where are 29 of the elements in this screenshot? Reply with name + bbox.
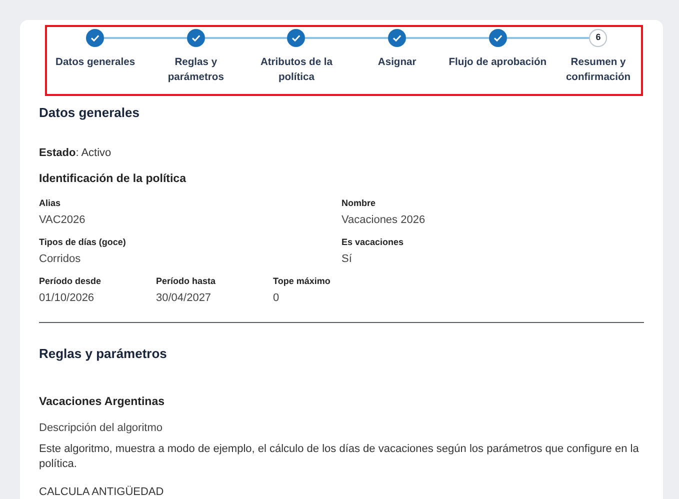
section-title: Datos generales [39,104,140,122]
step-label[interactable]: Flujo de aprobación [448,55,548,70]
description-text: Este algoritmo, muestra a modo de ejemplo, el cálculo de los días de vacaciones según los parámetros que configure en la política. [39,442,640,472]
step-label[interactable]: Atributos de la política [246,55,346,85]
field-value: Corridos [39,253,82,266]
field-label: Descripción del algoritmo [39,421,164,436]
field-value: VAC2026 [39,214,86,228]
field-label: Nombre [342,197,377,210]
subsection-title: Vacaciones Argentinas [39,394,166,410]
field-label: Tipos de días (goce) [39,236,127,248]
step-number: 6 [589,29,608,47]
step-label[interactable]: Resumen y confirmación [548,55,648,85]
step-label[interactable]: Datos generales [46,55,145,70]
field-value: 30/04/2027 [156,292,212,306]
field-value: Vacaciones 2026 [342,214,426,228]
field-label: Tope máximo [273,275,332,288]
field-label: Período hasta [156,275,217,288]
step-label[interactable]: Asignar [348,55,447,70]
step-label[interactable]: Reglas y parámetros [146,55,246,85]
field-value: 01/10/2026 [39,292,96,306]
field-label: Alias [39,197,62,210]
field-label: Es vacaciones [342,236,405,248]
section-title: Reglas y parámetros [39,345,168,364]
status-text: Estado: Activo [39,146,112,160]
field-label: Período desde [39,275,102,288]
subsection-heading: CALCULA ANTIGÜEDAD [39,484,165,499]
subsection-title: Identificación de la política [39,172,187,187]
field-value: 0 [273,292,280,306]
field-value: Sí [342,253,353,266]
